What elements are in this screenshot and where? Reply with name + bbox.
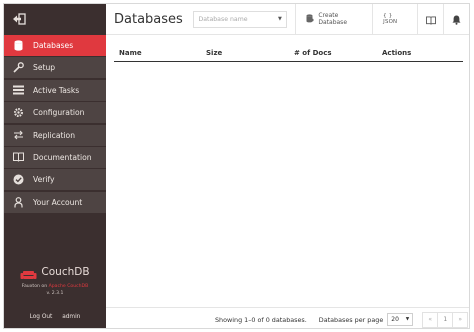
database-name-select[interactable]: Database name ▼ (193, 10, 287, 28)
column-header-name[interactable]: Name (114, 49, 206, 57)
sidebar-footer: Log Out admin (4, 314, 106, 320)
table-header-row: Name Size # of Docs Actions (114, 45, 463, 62)
sidebar-item-label: Replication (33, 130, 76, 140)
apache-couchdb-link[interactable]: Apache CouchDB (49, 284, 89, 289)
sidebar: Databases Setup Active Tasks Configurati… (4, 4, 106, 328)
app-window: Databases Setup Active Tasks Configurati… (3, 3, 470, 329)
sidebar-item-verify[interactable]: Verify (4, 169, 106, 191)
pagination-footer: Showing 1–0 of 0 databases. Databases pe… (106, 307, 469, 328)
username-label[interactable]: admin (62, 314, 80, 320)
per-page-value: 20 (391, 316, 399, 323)
bell-icon (452, 10, 461, 29)
per-page-label: Databases per page (318, 315, 384, 324)
create-database-button[interactable]: Create Database (296, 12, 372, 26)
sidebar-header (4, 4, 106, 34)
sidebar-item-label: Verify (33, 175, 55, 185)
sidebar-item-setup[interactable]: Setup (4, 57, 106, 79)
database-plus-icon (306, 13, 315, 25)
sidebar-item-configuration[interactable]: Configuration (4, 102, 106, 124)
sidebar-item-label: Setup (33, 63, 56, 73)
pager-prev-button[interactable]: « (423, 313, 437, 327)
column-header-size[interactable]: Size (206, 49, 294, 57)
sidebar-item-label: Active Tasks (33, 85, 80, 95)
version-text: v. 2.3.1 (46, 291, 64, 296)
fauxton-prefix: Fauxton on (21, 284, 48, 289)
databases-table: Name Size # of Docs Actions (114, 45, 463, 62)
caret-down-icon: ▼ (405, 317, 410, 322)
notifications-button[interactable] (444, 4, 469, 34)
brand-name: CouchDB (41, 266, 90, 278)
sidebar-item-documentation[interactable]: Documentation (4, 146, 106, 168)
pager-page-button[interactable]: 1 (437, 312, 454, 327)
sidebar-item-databases[interactable]: Databases (4, 35, 106, 56)
gear-icon (13, 107, 24, 118)
column-header-docs[interactable]: # of Docs (294, 49, 382, 57)
sidebar-item-label: Your Account (33, 197, 83, 207)
json-view-button[interactable]: { } JSON (373, 13, 417, 25)
sidebar-item-active-tasks[interactable]: Active Tasks (4, 79, 106, 101)
brand-block: CouchDB Fauxton on Apache CouchDB v. 2.3… (4, 266, 106, 296)
sidebar-item-your-account[interactable]: Your Account (4, 191, 106, 213)
fauxton-credit: Fauxton on Apache CouchDB (4, 284, 106, 289)
database-icon (13, 40, 24, 51)
wrench-icon (13, 62, 24, 73)
book-icon (425, 10, 436, 29)
top-header: Databases Database name ▼ Create Databas… (106, 4, 469, 35)
sidebar-item-label: Configuration (33, 108, 85, 118)
replication-icon (13, 130, 24, 141)
sidebar-nav: Databases Setup Active Tasks Configurati… (4, 35, 106, 214)
create-database-label: Create Database (318, 12, 348, 26)
couchdb-logo-icon (20, 266, 37, 279)
column-header-actions: Actions (382, 49, 412, 57)
sidebar-item-replication[interactable]: Replication (4, 124, 106, 146)
documentation-book-button[interactable] (418, 4, 443, 34)
tasks-icon (13, 85, 24, 96)
showing-count: Showing 1–0 of 0 databases. (215, 315, 307, 324)
sidebar-item-label: Databases (33, 41, 74, 50)
collapse-sidebar-icon[interactable] (12, 13, 26, 25)
sidebar-item-label: Documentation (33, 152, 92, 162)
pager: « 1 » (422, 311, 469, 328)
logout-link[interactable]: Log Out (30, 314, 53, 320)
database-select-placeholder: Database name (198, 15, 248, 23)
book-icon (13, 152, 24, 163)
user-icon (13, 196, 24, 208)
per-page-select[interactable]: 20 ▼ (387, 313, 414, 326)
page-title: Databases (114, 11, 183, 27)
pager-next-button[interactable]: » (453, 313, 467, 327)
check-circle-icon (13, 174, 24, 185)
caret-down-icon: ▼ (277, 16, 282, 22)
